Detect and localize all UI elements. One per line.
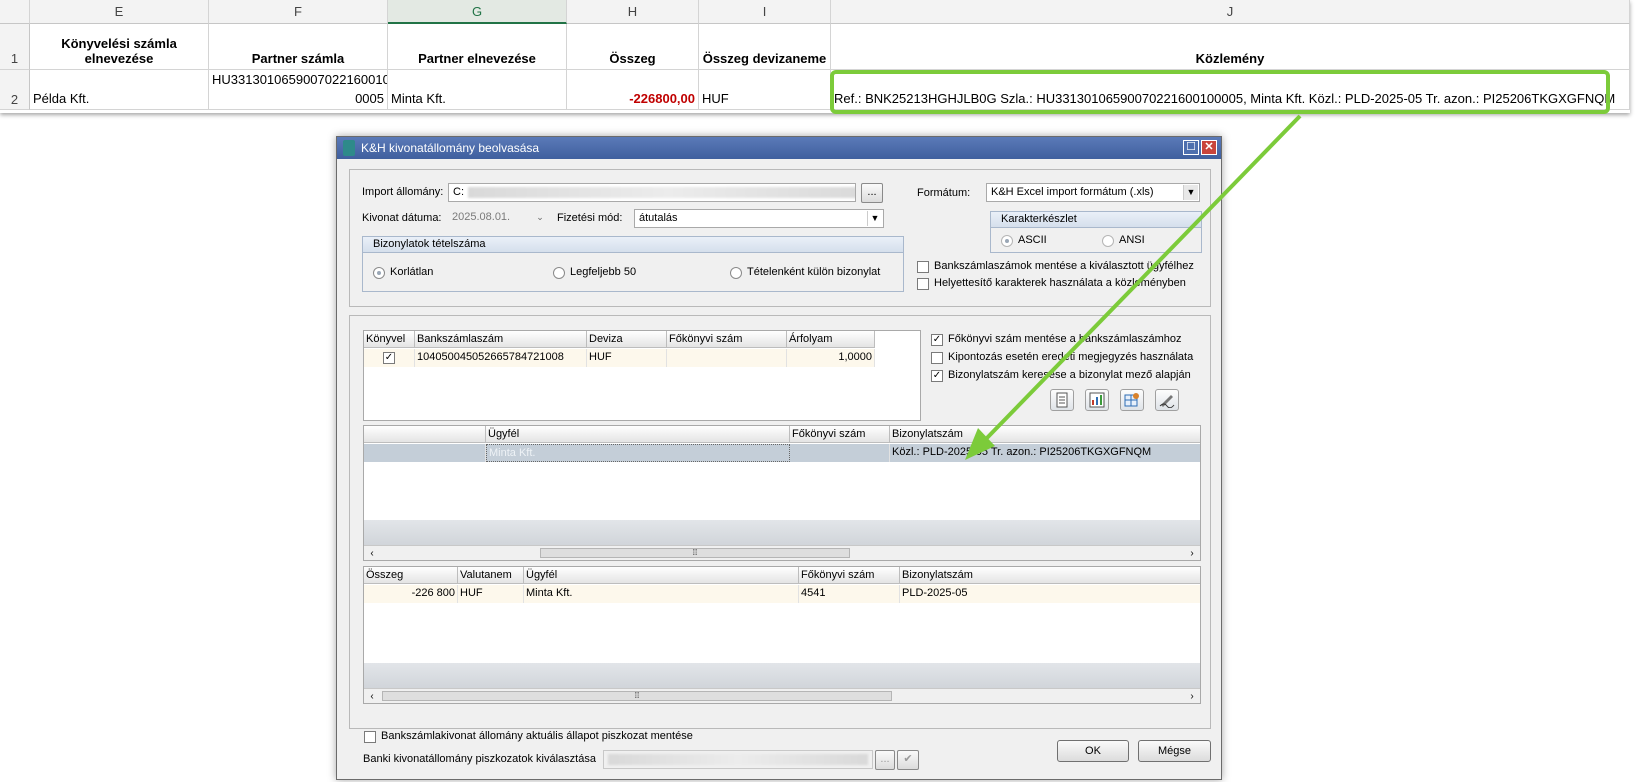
arrow-line [983, 114, 1302, 442]
annotation-arrow [965, 114, 1302, 460]
